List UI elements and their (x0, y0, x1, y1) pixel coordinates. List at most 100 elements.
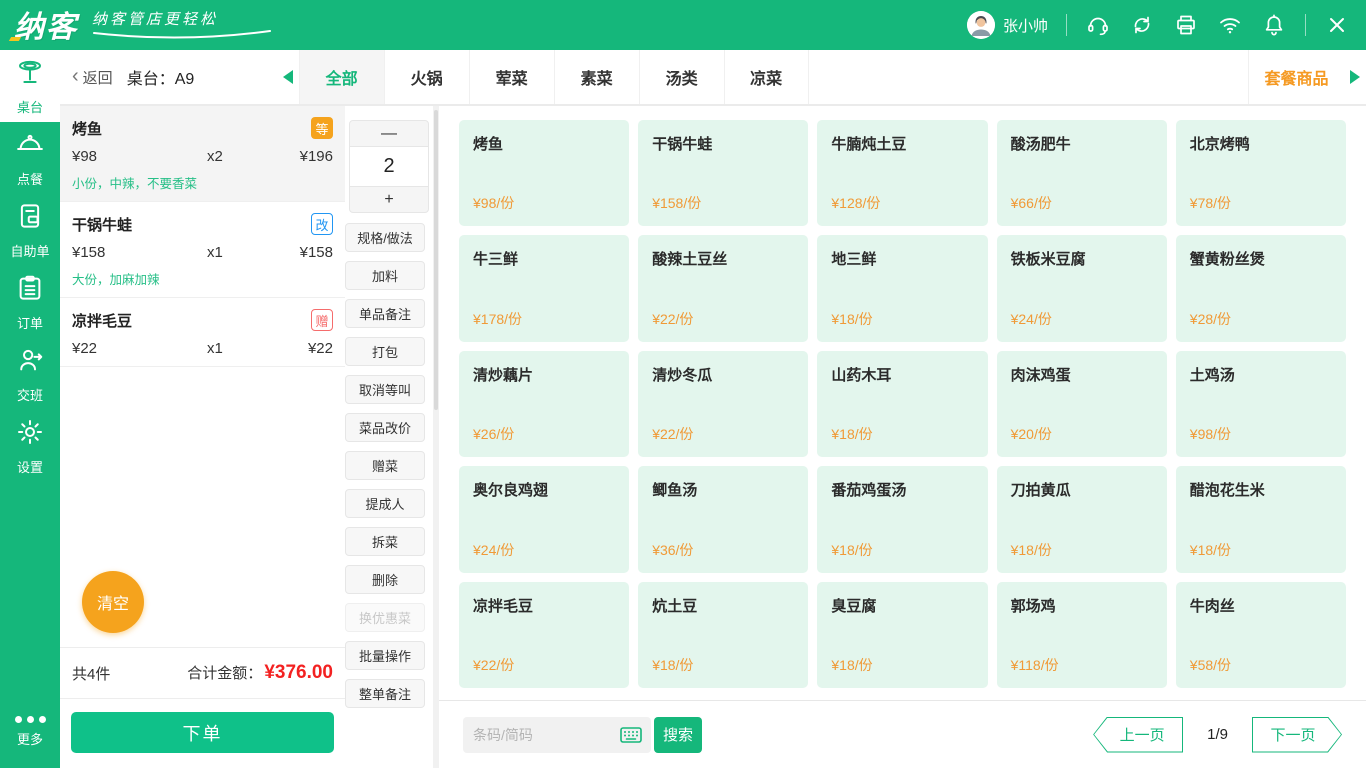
close-icon[interactable] (1324, 12, 1350, 38)
menu-item-name: 烤鱼 (473, 133, 615, 154)
category-tab[interactable]: 全部 (299, 50, 384, 104)
order-item-badge: 等 (311, 117, 333, 139)
sidebar-item-more[interactable]: 更多 (0, 696, 60, 768)
menu-item-price: ¥158/份 (652, 193, 794, 213)
cloud-sync-icon[interactable] (1129, 12, 1155, 38)
menu-item-card[interactable]: 臭豆腐 ¥18/份 (817, 582, 987, 688)
menu-item-name: 地三鲜 (831, 248, 973, 269)
notification-bell-icon[interactable] (1261, 12, 1287, 38)
menu-item-card[interactable]: 清炒藕片 ¥26/份 (459, 351, 629, 457)
quantity-stepper: — 2 + (349, 120, 429, 213)
category-tab[interactable]: 凉菜 (724, 50, 809, 104)
vertical-scrollbar[interactable] (433, 106, 439, 768)
menu-item-card[interactable]: 清炒冬瓜 ¥22/份 (638, 351, 808, 457)
category-tab[interactable]: 荤菜 (469, 50, 554, 104)
category-tab[interactable]: 素菜 (554, 50, 639, 104)
item-action-button[interactable]: 赠菜 (345, 451, 425, 480)
item-action-button[interactable]: 拆菜 (345, 527, 425, 556)
sidebar-item-shift[interactable]: 交班 (0, 338, 60, 410)
item-action-button[interactable]: 加料 (345, 261, 425, 290)
order-submit-zone: 下单 (60, 699, 345, 768)
user-account[interactable]: 张小帅 (967, 11, 1048, 39)
sidebar-item-gear[interactable]: 设置 (0, 410, 60, 482)
combo-products-button[interactable]: 套餐商品 (1248, 50, 1344, 104)
menu-item-card[interactable]: 肉沫鸡蛋 ¥20/份 (997, 351, 1167, 457)
item-action-button[interactable]: 单品备注 (345, 299, 425, 328)
order-item[interactable]: 烤鱼 等 ¥98 x2 ¥196 小份，中辣，不要香菜 (60, 106, 345, 202)
quantity-minus-button[interactable]: — (349, 120, 429, 147)
menu-item-card[interactable]: 烤鱼 ¥98/份 (459, 120, 629, 226)
back-button[interactable]: ‹ 返回 (60, 50, 127, 104)
menu-item-name: 酸辣土豆丝 (652, 248, 794, 269)
search-button[interactable]: 搜索 (654, 717, 702, 753)
menu-item-card[interactable]: 酸汤肥牛 ¥66/份 (997, 120, 1167, 226)
scrollbar-thumb[interactable] (434, 110, 438, 410)
order-item-qty: x2 (207, 148, 277, 165)
menu-item-name: 清炒藕片 (473, 364, 615, 385)
order-item-note: 小份，中辣，不要香菜 (72, 173, 333, 192)
menu-item-card[interactable]: 牛腩炖土豆 ¥128/份 (817, 120, 987, 226)
barcode-input[interactable] (473, 727, 619, 743)
quantity-plus-button[interactable]: + (349, 186, 429, 213)
menu-item-card[interactable]: 北京烤鸭 ¥78/份 (1176, 120, 1346, 226)
tabs-scroll-left-button[interactable] (277, 50, 299, 104)
keyboard-icon[interactable] (619, 725, 643, 745)
menu-item-name: 郭场鸡 (1011, 595, 1153, 616)
place-order-button[interactable]: 下单 (71, 712, 334, 753)
menu-item-card[interactable]: 炕土豆 ¥18/份 (638, 582, 808, 688)
customer-service-icon[interactable] (1085, 12, 1111, 38)
menu-item-name: 醋泡花生米 (1190, 479, 1332, 500)
item-action-button[interactable]: 规格/做法 (345, 223, 425, 252)
item-action-button[interactable]: 打包 (345, 337, 425, 366)
item-action-button[interactable]: 整单备注 (345, 679, 425, 708)
sidebar-item-label: 交班 (17, 385, 43, 404)
category-tab[interactable]: 火锅 (384, 50, 469, 104)
menu-item-price: ¥22/份 (652, 309, 794, 329)
sidebar-item-table[interactable]: 桌台 (0, 50, 60, 122)
sidebar-item-orderlist[interactable]: 订单 (0, 266, 60, 338)
menu-item-card[interactable]: 蟹黄粉丝煲 ¥28/份 (1176, 235, 1346, 341)
menu-item-card[interactable]: 牛三鲜 ¥178/份 (459, 235, 629, 341)
item-action-button[interactable]: 菜品改价 (345, 413, 425, 442)
menu-item-card[interactable]: 干锅牛蛙 ¥158/份 (638, 120, 808, 226)
item-action-button[interactable]: 取消等叫 (345, 375, 425, 404)
clear-order-button[interactable]: 清空 (82, 571, 144, 633)
order-item[interactable]: 干锅牛蛙 改 ¥158 x1 ¥158 大份，加麻加辣 (60, 202, 345, 298)
menu-item-price: ¥18/份 (831, 424, 973, 444)
category-tab[interactable]: 汤类 (639, 50, 724, 104)
menu-item-card[interactable]: 凉拌毛豆 ¥22/份 (459, 582, 629, 688)
menu-item-card[interactable]: 刀拍黄瓜 ¥18/份 (997, 466, 1167, 572)
menu-item-price: ¥26/份 (473, 424, 615, 444)
left-triangle-icon (283, 70, 293, 84)
menu-item-price: ¥18/份 (831, 655, 973, 675)
sidebar-item-label: 桌台 (17, 97, 43, 116)
selfdoc-icon (15, 201, 45, 236)
prev-page-button[interactable]: 上一页 (1093, 717, 1183, 753)
menu-item-card[interactable]: 番茄鸡蛋汤 ¥18/份 (817, 466, 987, 572)
sidebar-item-selfdoc[interactable]: 自助单 (0, 194, 60, 266)
menu-item-name: 酸汤肥牛 (1011, 133, 1153, 154)
sidebar-item-cloche[interactable]: 点餐 (0, 122, 60, 194)
menu-item-card[interactable]: 牛肉丝 ¥58/份 (1176, 582, 1346, 688)
item-action-button[interactable]: 删除 (345, 565, 425, 594)
menu-item-card[interactable]: 山药木耳 ¥18/份 (817, 351, 987, 457)
menu-item-card[interactable]: 土鸡汤 ¥98/份 (1176, 351, 1346, 457)
menu-item-card[interactable]: 鲫鱼汤 ¥36/份 (638, 466, 808, 572)
menu-item-card[interactable]: 铁板米豆腐 ¥24/份 (997, 235, 1167, 341)
tabs-scroll-right-button[interactable] (1344, 50, 1366, 104)
order-item-badge: 赠 (311, 309, 333, 331)
menu-item-card[interactable]: 酸辣土豆丝 ¥22/份 (638, 235, 808, 341)
menu-item-name: 牛腩炖土豆 (831, 133, 973, 154)
order-item-subtotal: ¥158 (277, 244, 333, 261)
order-item[interactable]: 凉拌毛豆 赠 ¥22 x1 ¥22 (60, 298, 345, 367)
menu-item-card[interactable]: 郭场鸡 ¥118/份 (997, 582, 1167, 688)
menu-item-card[interactable]: 地三鲜 ¥18/份 (817, 235, 987, 341)
wifi-icon[interactable] (1217, 12, 1243, 38)
printer-icon[interactable] (1173, 12, 1199, 38)
menu-item-price: ¥128/份 (831, 193, 973, 213)
menu-item-card[interactable]: 醋泡花生米 ¥18/份 (1176, 466, 1346, 572)
next-page-button[interactable]: 下一页 (1252, 717, 1342, 753)
item-action-button[interactable]: 批量操作 (345, 641, 425, 670)
menu-item-card[interactable]: 奥尔良鸡翅 ¥24/份 (459, 466, 629, 572)
item-action-button[interactable]: 提成人 (345, 489, 425, 518)
